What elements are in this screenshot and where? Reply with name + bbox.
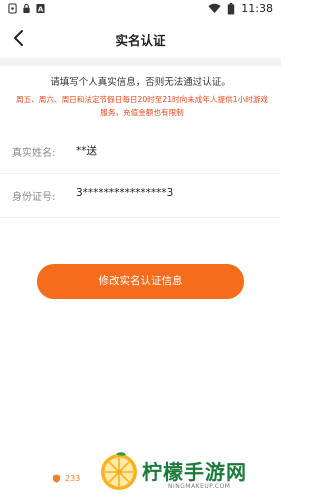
id-number-value: 3****************3 (76, 187, 174, 199)
likes-count: 233 (65, 474, 81, 483)
lock-icon (23, 3, 30, 13)
notice-text: 请填写个人真实信息，否则无法通过认证。 (50, 77, 231, 88)
notification-icon (8, 3, 17, 14)
shield-icon (52, 474, 61, 483)
real-name-value: **送 (76, 145, 97, 157)
watermark-title: 柠檬手游网 (142, 460, 247, 484)
edit-real-name-button[interactable]: 修改实名认证信息 (37, 264, 244, 299)
real-name-auth-screen: A 11:38 实名认证 请填写个人真实信息，否则无法通过认证。 周五、周六、周… (0, 0, 281, 500)
watermark-url: NINGMAKEUP.COM (168, 483, 231, 490)
nav-bar: 实名认证 (0, 20, 281, 58)
status-time: 11:38 (241, 2, 273, 15)
id-number-row: 身份证号: 3****************3 (0, 174, 281, 218)
likes-badge: 233 (52, 474, 80, 483)
watermark: 柠檬手游网 NINGMAKEUP.COM (98, 450, 278, 496)
real-name-row: 真实姓名: **送 (0, 130, 281, 174)
wifi-icon (208, 3, 221, 14)
real-name-label: 真实姓名: (12, 148, 56, 159)
status-bar-right: 11:38 (208, 2, 273, 15)
page-title: 实名认证 (115, 33, 166, 48)
section-divider (0, 58, 281, 66)
row-divider (0, 217, 281, 218)
lemon-logo-icon (101, 452, 137, 490)
svg-text:A: A (38, 4, 44, 13)
minor-play-time-warning: 周五、周六、周日和法定节假日每日20时至21时向未成年人提供1小时游戏服务，充值… (16, 95, 268, 117)
status-bar-left: A (8, 3, 45, 14)
battery-icon (228, 2, 235, 15)
status-bar: A 11:38 (0, 0, 281, 20)
id-number-label: 身份证号: (12, 192, 56, 203)
a-icon: A (36, 4, 45, 13)
